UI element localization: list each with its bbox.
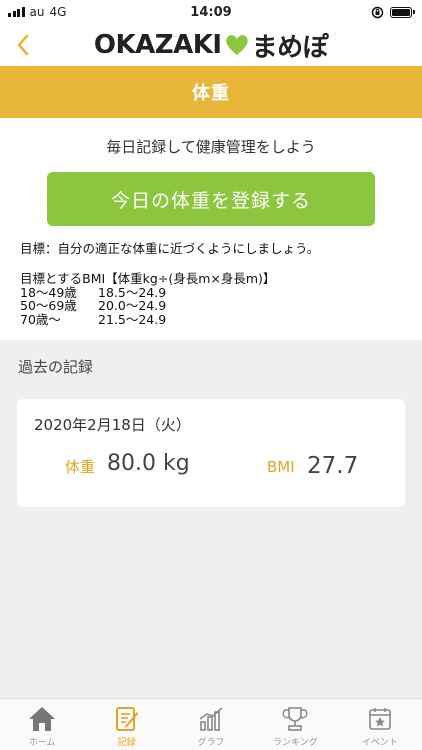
tab-label: 記録: [117, 738, 136, 748]
past-records-title: 過去の記録: [18, 358, 94, 376]
back-button[interactable]: [8, 28, 38, 62]
tab-ranking[interactable]: ランキング: [253, 699, 337, 750]
record-date: 2020年2月18日（火）: [34, 416, 191, 434]
calendar-star-icon: [364, 704, 396, 734]
bmi-age: 70歳〜: [20, 311, 61, 327]
goal-text: 目標：自分の適正な体重に近づくようにしましょう。: [20, 241, 320, 256]
tab-record[interactable]: 記録: [84, 699, 168, 750]
bmi-age: 50〜69歳: [20, 298, 77, 313]
tab-label: ホーム: [28, 738, 56, 748]
battery-icon: [390, 6, 415, 18]
tab-label: ランキング: [273, 738, 318, 748]
bmi-range-row: 70歳〜 21.5〜24.9: [20, 311, 275, 327]
tab-home[interactable]: ホーム: [0, 699, 84, 750]
status-bar: au 4G 14:09: [0, 0, 422, 24]
bmi-range-row: 18〜49歳 18.5〜24.9: [20, 284, 275, 300]
page-title: 体重: [0, 66, 422, 118]
notebook-pencil-icon: [111, 704, 143, 734]
tab-graph[interactable]: グラフ: [169, 699, 253, 750]
bar-chart-icon: [195, 704, 227, 734]
rotation-lock-icon: [371, 6, 384, 18]
home-icon: [26, 704, 58, 734]
tab-event[interactable]: イベント: [338, 699, 422, 750]
status-right: [371, 6, 415, 19]
bmi-goal-block: 目標とするBMI【体重kg÷(身長m×身長m)】 18〜49歳 18.5〜24.…: [20, 272, 275, 326]
bmi-range-row: 50〜69歳 20.0〜24.9: [20, 299, 275, 313]
bmi-range: 21.5〜24.9: [98, 311, 167, 327]
tab-label: グラフ: [197, 738, 225, 748]
bmi-goal-title: 目標とするBMI【体重kg÷(身長m×身長m)】: [20, 271, 276, 286]
nav-header: OKAZAKI まめぽ: [0, 24, 422, 66]
trophy-icon: [279, 704, 311, 734]
record-card[interactable]: 2020年2月18日（火） 体重 80.0 kg BMI 27.7: [17, 399, 405, 507]
page-subtitle: 毎日記録して健康管理をしよう: [106, 138, 316, 156]
weight-intro-section: 毎日記録して健康管理をしよう 今日の体重を登録する 目標：自分の適正な体重に近づ…: [0, 118, 422, 340]
bottom-tab-bar: ホーム 記録 グラフ ランキング イベント: [0, 698, 422, 750]
bmi-range: 20.0〜24.9: [98, 298, 167, 313]
bmi-value: 27.7: [307, 453, 359, 479]
register-weight-button[interactable]: 今日の体重を登録する: [47, 172, 375, 226]
bmi-label: BMI: [267, 458, 295, 476]
chevron-left-icon: [17, 34, 29, 56]
tab-label: イベント: [361, 738, 398, 748]
status-time: 14:09: [190, 4, 232, 20]
app-logo: OKAZAKI まめぽ: [93, 27, 329, 64]
weight-value: 80.0 kg: [107, 451, 190, 476]
bmi-range: 18.5〜24.9: [98, 284, 167, 300]
logo-text-right: まめぽ: [251, 32, 329, 63]
heart-icon: [224, 33, 250, 57]
weight-label: 体重: [65, 458, 96, 476]
logo-text-left: OKAZAKI: [93, 30, 222, 60]
bmi-age: 18〜49歳: [20, 284, 77, 300]
